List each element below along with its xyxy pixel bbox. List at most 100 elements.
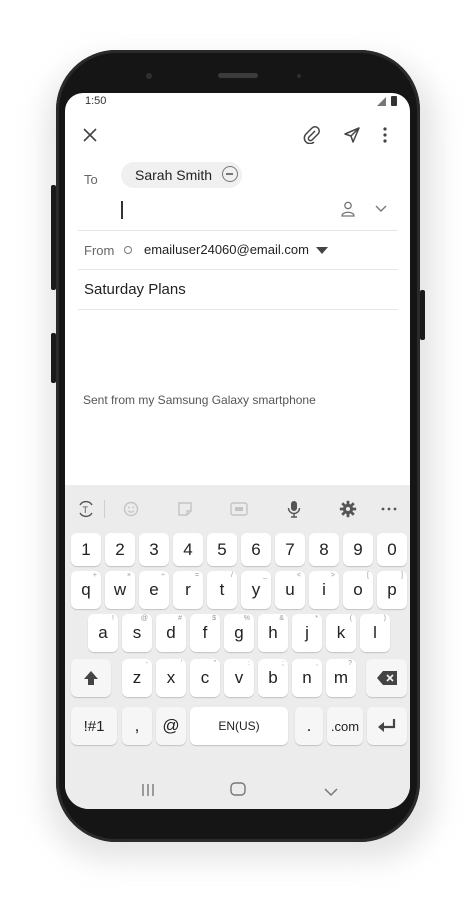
key-2[interactable]: 2 [105, 533, 135, 566]
key-f[interactable]: f $ [190, 614, 220, 652]
key-p[interactable]: p] [377, 571, 407, 609]
key-b[interactable]: b; [258, 659, 288, 697]
key-hint: @ [140, 615, 148, 622]
backspace-key[interactable] [366, 659, 407, 697]
body-signature[interactable]: Sent from my Samsung Galaxy smartphone [83, 393, 316, 407]
key-v[interactable]: v: [224, 659, 254, 697]
emoji-icon[interactable] [121, 499, 141, 519]
from-account[interactable]: emailuser24060@email.com [144, 242, 309, 257]
key-n[interactable]: n, [292, 659, 322, 697]
key-g[interactable]: g% [224, 614, 254, 652]
remove-recipient-icon[interactable] [222, 166, 239, 182]
key-hint: > [330, 572, 335, 579]
home-icon[interactable] [230, 782, 246, 801]
key-i[interactable]: i > [309, 571, 339, 609]
key-l[interactable]: l) [360, 614, 390, 652]
key-label: v [234, 668, 244, 687]
recent-apps-icon[interactable] [141, 783, 155, 801]
key-9[interactable]: 9 [343, 533, 373, 566]
symbols-key[interactable]: !#1 [71, 707, 117, 745]
key-3[interactable]: 3 [139, 533, 169, 566]
key-7[interactable]: 7 [275, 533, 305, 566]
key-8[interactable]: 8 [309, 533, 339, 566]
key-label: t [219, 580, 225, 599]
key-y[interactable]: y _ [241, 571, 271, 609]
key-label: g [234, 623, 244, 642]
key-hint: _ [263, 572, 267, 579]
key-hint: / [231, 572, 233, 579]
key-r[interactable]: r = [173, 571, 203, 609]
attachment-icon[interactable] [301, 124, 323, 146]
key-d[interactable]: d # [156, 614, 186, 652]
key-s[interactable]: s @ [122, 614, 152, 652]
key-5[interactable]: 5 [207, 533, 237, 566]
dotcom-key[interactable]: .com [327, 707, 363, 745]
key-w[interactable]: w × [105, 571, 135, 609]
key-hint: = [194, 572, 199, 579]
key-k[interactable]: k( [326, 614, 356, 652]
key-label: k [336, 623, 346, 642]
back-icon[interactable] [324, 784, 338, 802]
from-label: From [84, 243, 115, 258]
key-u[interactable]: u < [275, 571, 305, 609]
key-6[interactable]: 6 [241, 533, 271, 566]
text-recognition-icon[interactable]: T [75, 498, 97, 520]
key-label: h [268, 623, 278, 642]
key-hint: ! [112, 615, 114, 622]
key-t[interactable]: t / [207, 571, 237, 609]
more-horizontal-icon[interactable] [379, 499, 399, 519]
expand-recipients-icon[interactable] [373, 202, 389, 216]
key-hint: & [279, 615, 284, 622]
key-label: i [322, 580, 326, 599]
send-icon[interactable] [341, 124, 363, 146]
more-vertical-icon[interactable] [377, 124, 393, 146]
key-j[interactable]: j * [292, 614, 322, 652]
bixby-button [51, 185, 56, 290]
period-key[interactable]: . [295, 707, 323, 745]
key-4[interactable]: 4 [173, 533, 203, 566]
enter-key[interactable] [367, 707, 407, 745]
volume-button [51, 333, 56, 383]
key-0[interactable]: 0 [377, 533, 407, 566]
key-e[interactable]: e ÷ [139, 571, 169, 609]
at-key[interactable]: @ [156, 707, 186, 745]
recipient-name: Sarah Smith [135, 167, 213, 183]
key-1[interactable]: 1 [71, 533, 101, 566]
key-m[interactable]: m? [326, 659, 356, 697]
key-x[interactable]: x ' [156, 659, 186, 697]
shift-key[interactable] [71, 659, 111, 697]
key-q[interactable]: q + [71, 571, 101, 609]
close-icon[interactable] [80, 125, 100, 145]
comma-key[interactable]: , [122, 707, 152, 745]
to-input-cursor[interactable] [121, 201, 123, 219]
key-a[interactable]: a! [88, 614, 118, 652]
from-dropdown-icon[interactable] [316, 247, 328, 254]
key-hint: % [243, 615, 250, 622]
key-o[interactable]: o[ [343, 571, 373, 609]
contact-picker-icon[interactable] [339, 200, 357, 218]
key-label: x [166, 668, 176, 687]
key-h[interactable]: h & [258, 614, 288, 652]
settings-icon[interactable] [338, 499, 358, 519]
key-hint: " [213, 660, 217, 667]
key-hint: : [248, 660, 250, 667]
key-label: o [353, 580, 363, 599]
recipient-chip[interactable]: Sarah Smith [121, 162, 243, 188]
backspace-icon [376, 671, 397, 685]
key-hint: + [92, 572, 97, 579]
key-label: b [268, 668, 278, 687]
key-c[interactable]: c " [190, 659, 220, 697]
space-key[interactable]: EN(US) [190, 707, 288, 745]
key-hint: ; [282, 660, 284, 667]
key-label: p [387, 580, 397, 599]
microphone-icon[interactable] [284, 498, 304, 520]
subject-field[interactable]: Saturday Plans [84, 281, 186, 298]
status-bar: 1:50 [65, 93, 410, 111]
subject-divider [78, 309, 398, 310]
key-label: q [81, 580, 91, 599]
key-label: m [333, 668, 349, 687]
to-divider [78, 230, 398, 231]
gif-icon[interactable] [229, 499, 249, 519]
sticker-icon[interactable] [175, 499, 195, 519]
key-z[interactable]: z- [122, 659, 152, 697]
